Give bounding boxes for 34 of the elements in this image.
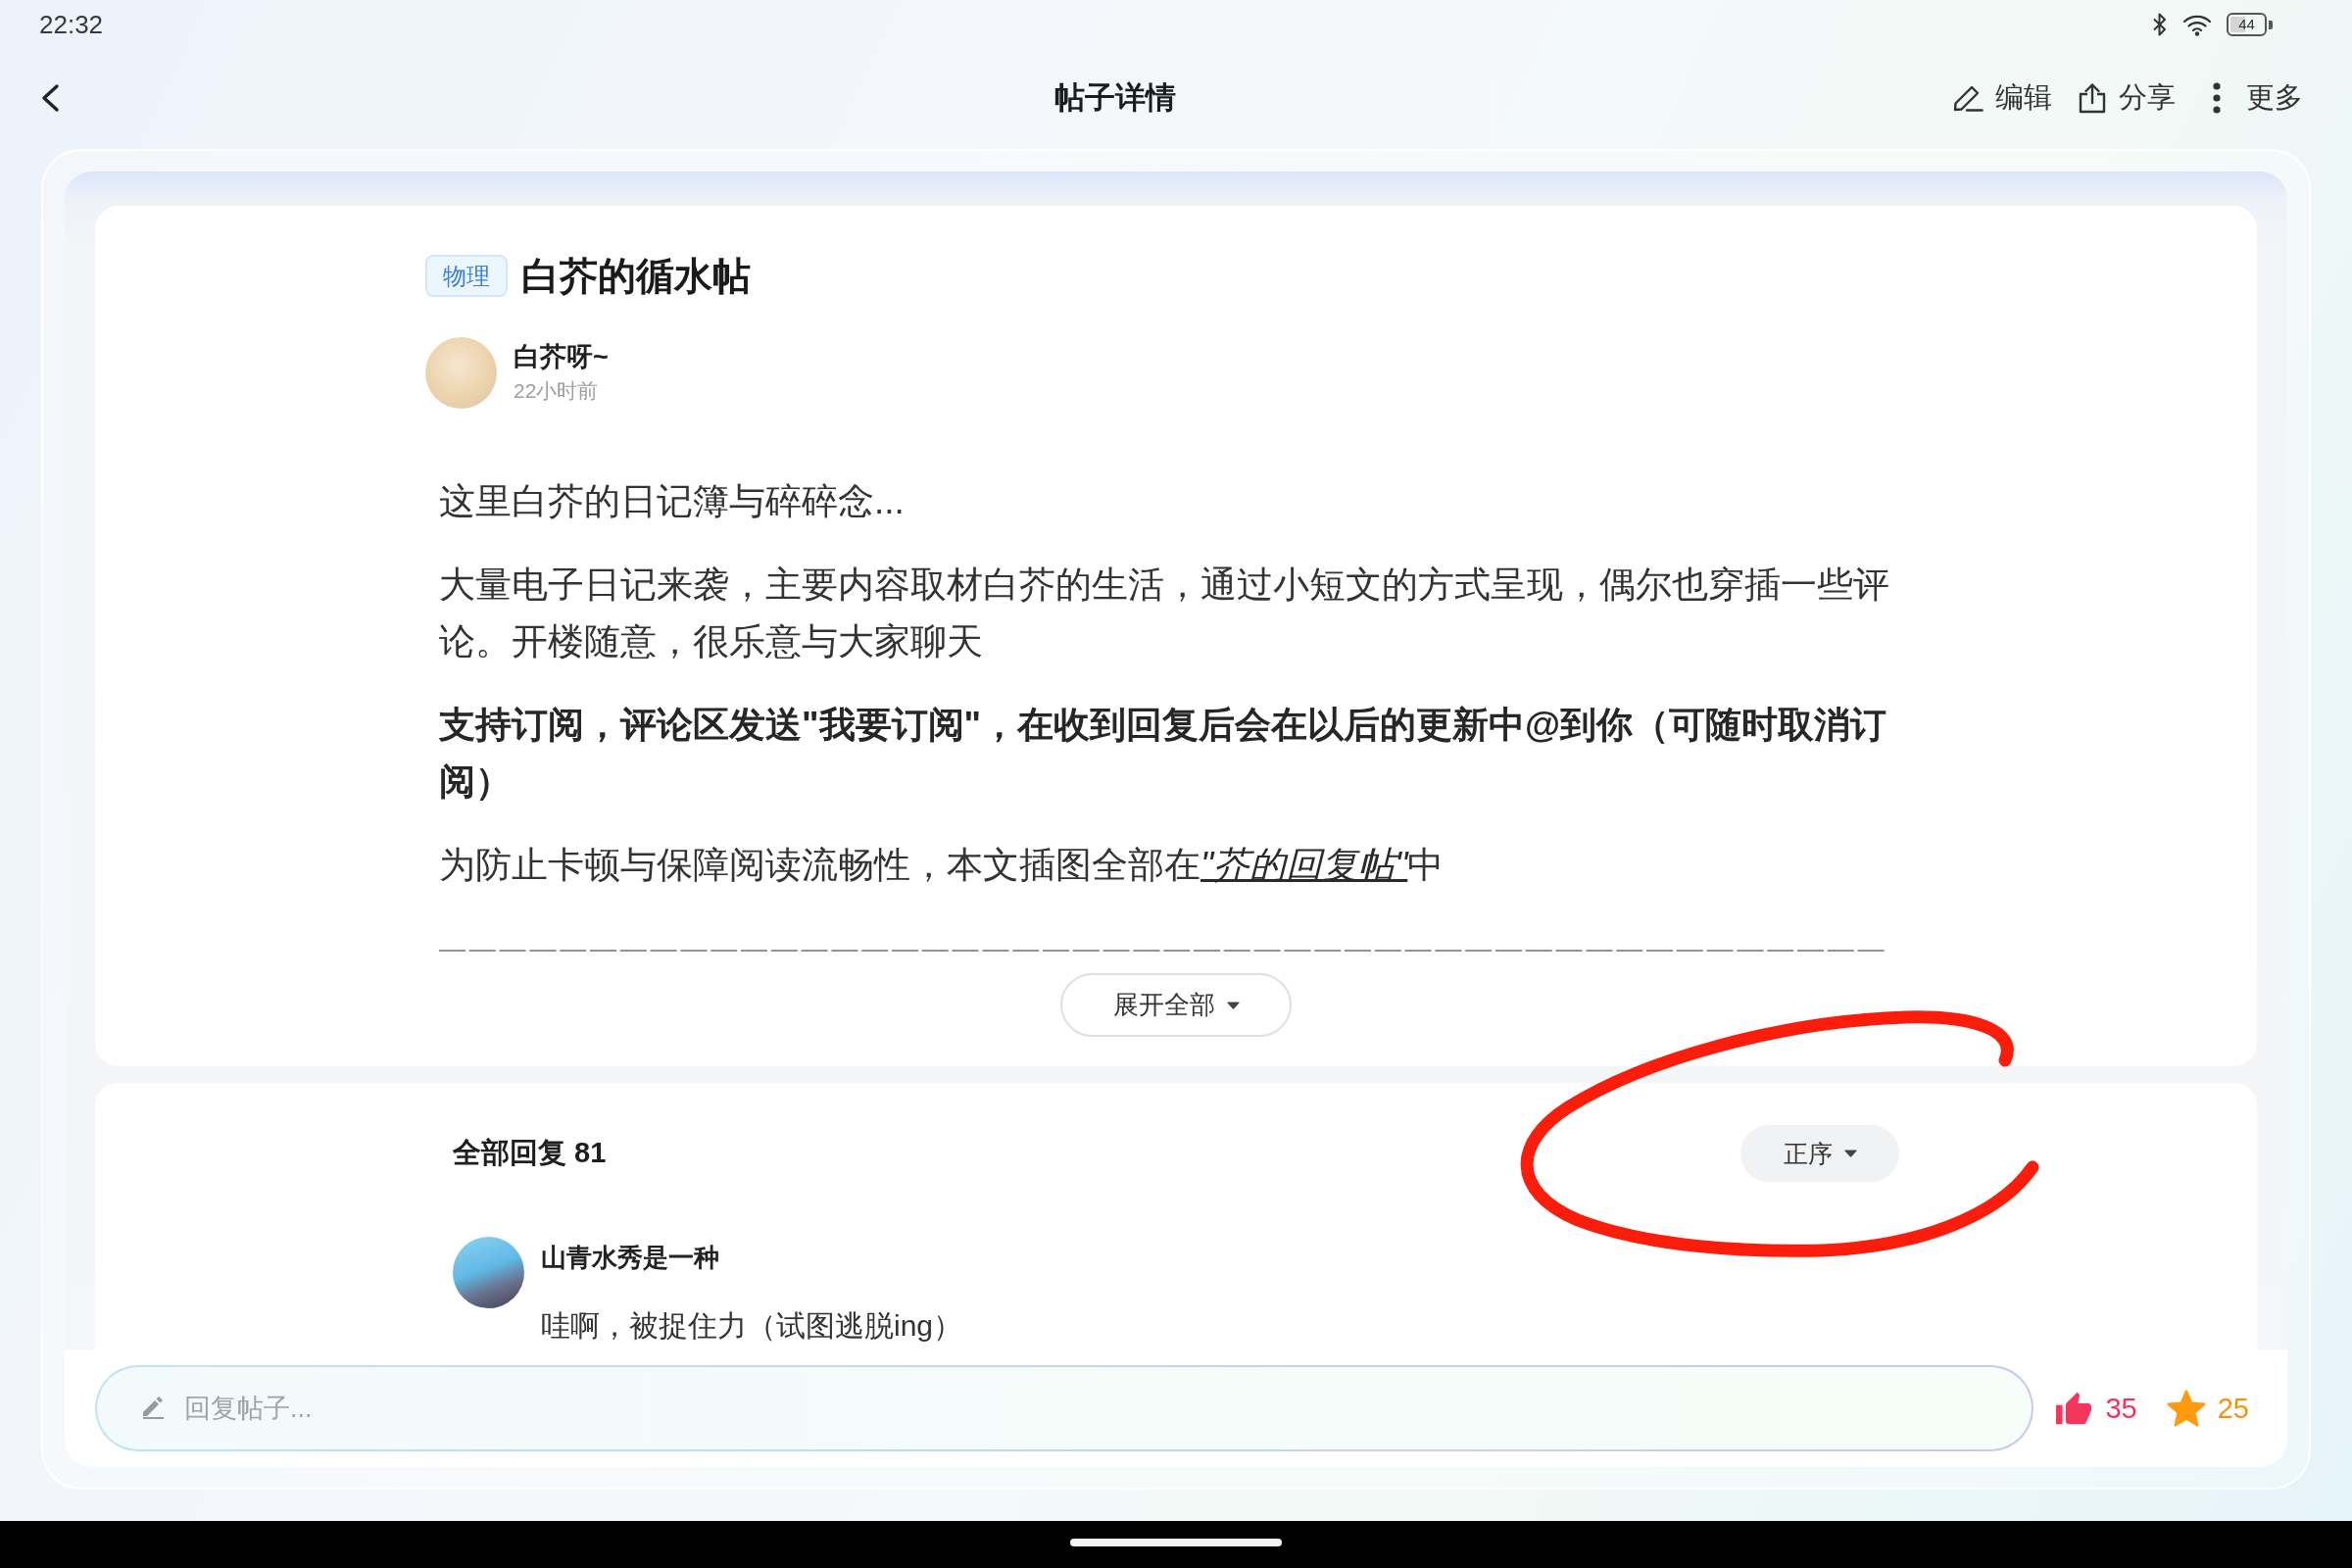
share-icon: [2078, 82, 2107, 114]
pencil-icon: [1952, 83, 1984, 113]
reply-input[interactable]: 回复帖子...: [95, 1365, 2034, 1451]
dash-separator: ————————————————————————————————————————————————: [439, 933, 1888, 965]
share-button[interactable]: 分享: [2078, 78, 2176, 118]
edit-button[interactable]: 编辑: [1952, 78, 2052, 118]
thumbs-up-icon: [2056, 1392, 2092, 1425]
post-paragraph: 这里白芥的日记簿与碎碎念...: [439, 480, 906, 523]
vertical-dots-icon: [2213, 82, 2221, 114]
page-title: 帖子详情: [1054, 79, 1176, 117]
star-icon: [2166, 1390, 2206, 1427]
caret-icon: [1843, 1150, 1857, 1157]
author-name: 白芥呀~: [514, 341, 609, 373]
more-button[interactable]: 更多: [2201, 78, 2303, 118]
battery-indicator: 44: [2227, 13, 2274, 36]
wifi-icon: [2182, 13, 2212, 36]
post-paragraph: 为防止卡顿与保障阅读流畅性，本文插图全部在"芥的回复帖"中: [439, 844, 1446, 887]
category-tag: 物理: [425, 255, 508, 297]
expand-button[interactable]: 展开全部: [1060, 973, 1292, 1037]
post-paragraph: 大量电子日记来袭，主要内容取材白芥的生活，通过小短文的方式呈现，偶尔也穿插一些评论。开楼随意，很乐意与大家聊天: [439, 564, 1890, 663]
pencil-icon: [142, 1396, 165, 1419]
status-time: 22:32: [39, 9, 104, 40]
reply-post-link[interactable]: "芥的回复帖": [1200, 845, 1408, 885]
like-button[interactable]: 35: [2056, 1392, 2137, 1425]
sort-button[interactable]: 正序: [1740, 1125, 1899, 1182]
bluetooth-icon: [2152, 12, 2168, 37]
comment-text: 哇啊，被捉住力（试图逃脱ing）: [541, 1308, 963, 1344]
commenter-name: 山青水秀是一种: [541, 1242, 720, 1274]
replies-heading: 全部回复 81: [453, 1136, 607, 1170]
chevron-left-icon: [39, 83, 61, 113]
post-paragraph: 支持订阅，评论区发送"我要订阅"，在收到回复后会在以后的更新中@到你（可随时取消订阅）: [439, 704, 1888, 804]
post-time: 22小时前: [514, 378, 600, 404]
caret-icon: [1226, 1001, 1240, 1009]
post-title: 白芥的循水帖: [521, 254, 751, 299]
